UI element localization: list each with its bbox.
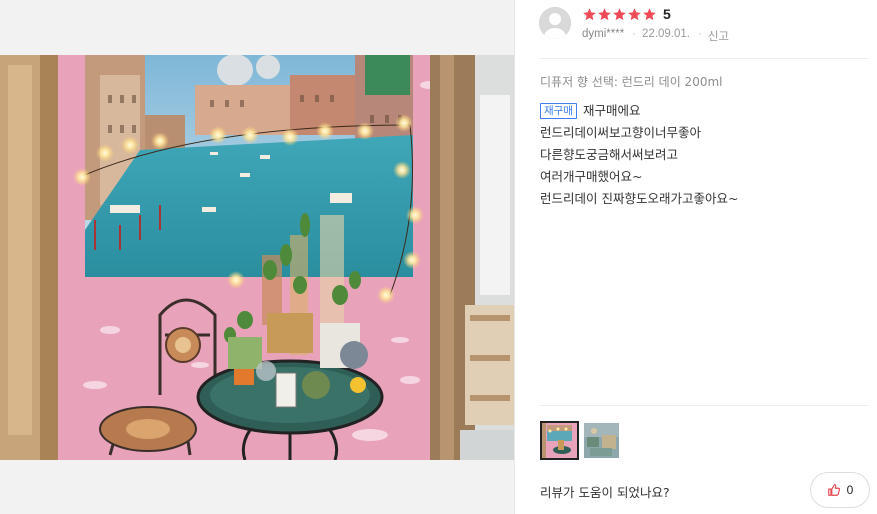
review-date: 22.09.01. bbox=[642, 28, 690, 40]
header-divider bbox=[539, 58, 869, 59]
star-icon bbox=[628, 7, 641, 20]
review-line: 런드리데이써보고향이너무좋아 bbox=[540, 125, 702, 140]
photo-thumbnails bbox=[540, 421, 621, 460]
like-button[interactable]: 0 bbox=[810, 472, 870, 508]
reviewer-username: dymi**** bbox=[582, 28, 625, 40]
review-line: 여러개구매했어요~ bbox=[540, 169, 643, 184]
star-icon bbox=[613, 7, 626, 20]
photo-thumbnail-1[interactable] bbox=[540, 421, 579, 460]
star-icon bbox=[598, 7, 611, 20]
review-photo[interactable] bbox=[0, 55, 514, 460]
review-content: 재구매 재구매에요 런드리데이써보고향이너무좋아 다른향도궁금해서써보려고 여러개… bbox=[540, 100, 738, 210]
review-line: 런드리데이 진짜향도오래가고좋아요~ bbox=[540, 191, 739, 206]
star-icon bbox=[643, 7, 656, 20]
photo-thumbnail-2[interactable] bbox=[582, 421, 621, 460]
meta-separator: · bbox=[632, 28, 637, 40]
rating-value: 5 bbox=[663, 6, 671, 22]
review-line: 재구매 재구매에요 bbox=[540, 100, 738, 122]
purchase-option: 디퓨저 향 선택: 런드리 데이 200ml bbox=[540, 75, 723, 89]
like-count: 0 bbox=[846, 483, 854, 497]
repurchase-badge: 재구매 bbox=[540, 103, 577, 119]
user-avatar-icon bbox=[539, 7, 571, 39]
review-photo-image bbox=[0, 55, 514, 460]
report-link[interactable]: 신고 bbox=[708, 28, 729, 44]
content-divider bbox=[539, 405, 869, 406]
review-line-text: 재구매에요 bbox=[582, 103, 641, 118]
star-icon bbox=[583, 7, 596, 20]
review-photo-panel bbox=[0, 0, 514, 514]
star-row bbox=[582, 7, 657, 22]
review-meta: dymi**** · 22.09.01. · 신고 bbox=[582, 28, 729, 44]
meta-separator: · bbox=[698, 28, 702, 40]
thumbs-up-icon bbox=[827, 483, 841, 497]
rating-stars: 5 bbox=[582, 6, 671, 22]
review-detail-panel: 5 dymi**** · 22.09.01. · 신고 디퓨저 향 선택: 런드… bbox=[515, 0, 877, 514]
review-line: 다른향도궁금해서써보려고 bbox=[540, 147, 679, 162]
helpful-question: 리뷰가 도움이 되었나요? bbox=[540, 485, 670, 500]
